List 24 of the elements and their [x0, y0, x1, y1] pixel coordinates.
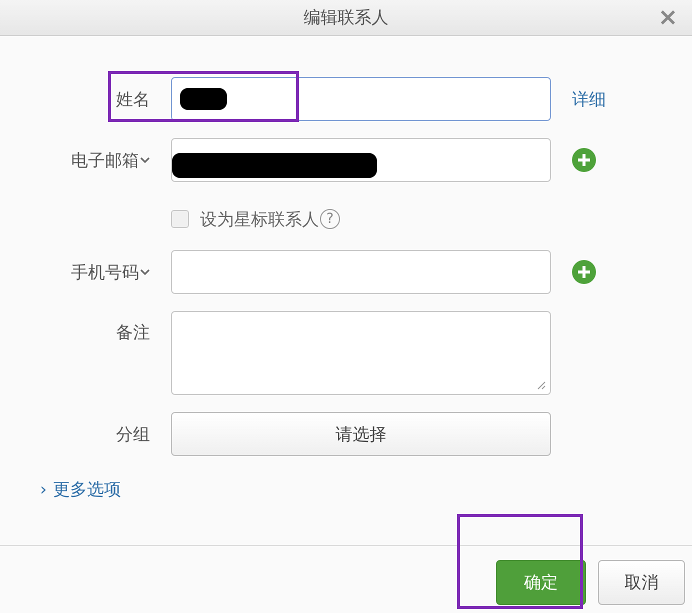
resize-grip-icon[interactable] — [536, 380, 546, 390]
text-field[interactable] — [171, 77, 551, 121]
add-icon[interactable] — [572, 148, 596, 172]
checkbox[interactable] — [171, 210, 189, 228]
details-link[interactable]: 详细 — [572, 88, 692, 110]
close-button[interactable]: × — [658, 4, 678, 30]
text-field[interactable] — [171, 250, 551, 294]
help-icon[interactable]: ? — [320, 209, 340, 229]
group-select[interactable]: 请选择 — [171, 412, 551, 456]
cancel-button[interactable]: 取消 — [598, 560, 685, 605]
field-label: 手机号码 — [71, 260, 150, 284]
field-label: 备注 — [116, 322, 150, 344]
more-options-link[interactable]: › 更多选项 — [40, 478, 121, 501]
window-title: 编辑联系人 — [304, 7, 388, 29]
field-label: 姓名 — [116, 88, 150, 110]
notes-field[interactable] — [171, 311, 551, 395]
checkbox-label: 设为星标联系人 — [200, 208, 319, 230]
chevron-icon[interactable] — [140, 268, 150, 276]
confirm-button[interactable]: 确定 — [496, 560, 586, 605]
field-label: 电子邮箱 — [71, 148, 150, 172]
add-icon[interactable] — [572, 260, 596, 284]
field-label: 分组 — [116, 424, 150, 446]
chevron-icon[interactable] — [140, 156, 150, 164]
text-field[interactable] — [171, 138, 551, 182]
